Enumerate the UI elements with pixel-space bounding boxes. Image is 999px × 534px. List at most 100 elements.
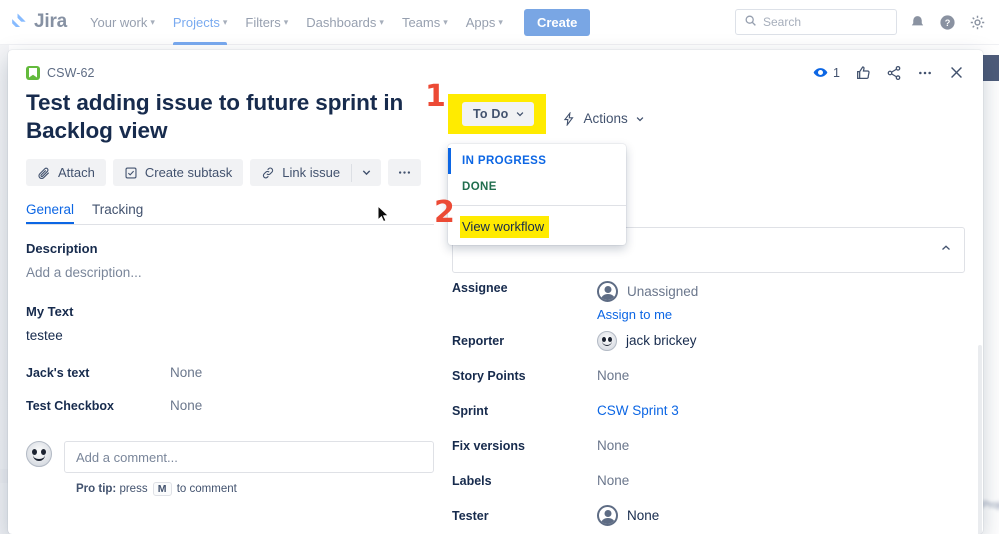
paperclip-icon [38,167,50,179]
field-row-labels: Labels None [452,463,965,498]
details-scrollbar[interactable] [978,345,982,534]
field-row-reporter: Reporter jack brickey [452,323,965,358]
link-icon [263,167,274,178]
close-icon[interactable] [948,64,965,81]
help-icon[interactable]: ? [937,12,957,32]
story-icon [26,65,40,80]
thumbs-up-icon[interactable] [855,65,871,81]
more-actions-icon[interactable] [917,65,933,81]
status-dropdown-menu: IN PROGRESS DONE View workflow [448,144,626,245]
search-placeholder: Search [763,15,802,29]
breadcrumb-issue-key[interactable]: CSW-62 [26,65,95,80]
view-workflow-label: View workflow [460,216,550,238]
chevron-up-icon[interactable] [940,241,952,259]
link-issue-dropdown-button[interactable] [352,161,381,184]
left-content-column: Description Add a description... My Text… [8,225,452,496]
svg-text:?: ? [944,18,950,28]
pro-tip-prefix: Pro tip: [76,483,117,495]
actions-button[interactable]: Actions [554,102,652,135]
nav-item-label: Projects [172,14,220,30]
comment-input[interactable]: Add a comment... [64,441,434,473]
chevron-down-icon: ▾ [379,16,384,27]
nav-item-your-work[interactable]: Your work ▾ [81,0,164,45]
watch-eye-icon [813,68,828,77]
my-text-label: My Text [26,304,74,319]
status-highlight: To Do [448,94,547,134]
tester-value[interactable]: None [597,505,659,526]
assign-to-me-link[interactable]: Assign to me [597,307,698,322]
create-subtask-label: Create subtask [144,165,233,180]
share-icon[interactable] [886,65,902,81]
field-value[interactable]: None [597,473,629,488]
field-label: Fix versions [452,438,525,453]
avatar [597,505,618,526]
nav-item-projects[interactable]: Projects ▾ [164,0,237,45]
field-value: Unassigned [627,284,699,299]
status-area: To Do Actions IN PROGRESS DONE View work… [448,89,653,245]
more-issue-actions-button[interactable] [388,159,422,186]
field-row-fix-versions: Fix versions None [452,428,965,463]
sprint-link[interactable]: CSW Sprint 3 [597,403,679,418]
chevron-down-icon: ▾ [498,16,503,27]
nav-item-apps[interactable]: Apps ▾ [457,0,512,45]
nav-item-label: Apps [465,14,496,30]
field-label: Reporter [452,333,505,348]
my-text-value[interactable]: testee [26,328,434,343]
reporter-value[interactable]: jack brickey [597,330,697,351]
nav-item-label: Filters [245,14,281,30]
chevron-down-icon [517,112,524,117]
description-placeholder[interactable]: Add a description... [26,265,434,280]
link-issue-group: Link issue [250,159,382,186]
tab-general[interactable]: General [26,202,75,224]
search-input[interactable]: Search [735,9,897,35]
create-subtask-button[interactable]: Create subtask [112,159,244,186]
tab-tracking[interactable]: Tracking [92,202,143,224]
field-label: Jack's text [26,366,90,380]
link-issue-button[interactable]: Link issue [250,159,351,186]
title-row: Test adding issue to future sprint in Ba… [8,81,983,245]
status-button[interactable]: To Do [462,102,535,126]
avatar [597,281,618,302]
jira-logo[interactable]: Jira [8,11,67,33]
link-issue-label: Link issue [282,165,341,180]
pro-tip-mid: press [119,483,148,495]
description-label: Description [26,241,98,256]
page-title[interactable]: Test adding issue to future sprint in Ba… [26,89,426,145]
field-value[interactable]: None [597,368,629,383]
chevron-down-icon [362,170,371,176]
field-row-test-checkbox: Test Checkbox None [26,398,434,413]
field-label: Sprint [452,403,489,418]
chevron-down-icon: ▾ [283,16,289,27]
nav-item-label: Dashboards [306,14,377,30]
field-value: jack brickey [626,333,697,348]
create-button[interactable]: Create [523,8,591,36]
status-option-done[interactable]: DONE [448,174,626,200]
actions-label: Actions [583,111,628,126]
field-value[interactable]: None [170,365,202,380]
watch-count: 1 [833,65,840,80]
field-value[interactable]: None [597,438,629,453]
dropdown-divider [448,205,626,206]
field-value[interactable]: None [170,398,202,413]
annotation-2: 2 [434,195,455,230]
settings-gear-icon[interactable] [967,12,987,32]
nav-item-teams[interactable]: Teams ▾ [393,0,457,45]
jira-logo-icon [8,12,28,32]
details-panel: Assignee Unassigned Assign to me Reporte… [452,225,983,534]
attach-button[interactable]: Attach [26,159,106,186]
status-option-in-progress[interactable]: IN PROGRESS [448,148,626,174]
view-workflow-item[interactable]: View workflow [448,211,626,245]
pro-tip-suffix: to comment [176,483,237,495]
nav-item-label: Your work [90,14,148,30]
assignee-value-wrap[interactable]: Unassigned [597,281,698,302]
nav-item-filters[interactable]: Filters ▾ [236,0,297,45]
nav-item-dashboards[interactable]: Dashboards ▾ [297,0,393,45]
notifications-icon[interactable] [907,12,927,32]
field-row-sprint: Sprint CSW Sprint 3 [452,393,965,428]
chevron-down-icon: ▾ [150,16,155,27]
jira-logo-text: Jira [34,11,68,32]
watch-button[interactable]: 1 [813,65,840,80]
attach-label: Attach [58,165,95,180]
add-comment-row: Add a comment... [26,441,434,473]
field-value: None [627,508,660,523]
